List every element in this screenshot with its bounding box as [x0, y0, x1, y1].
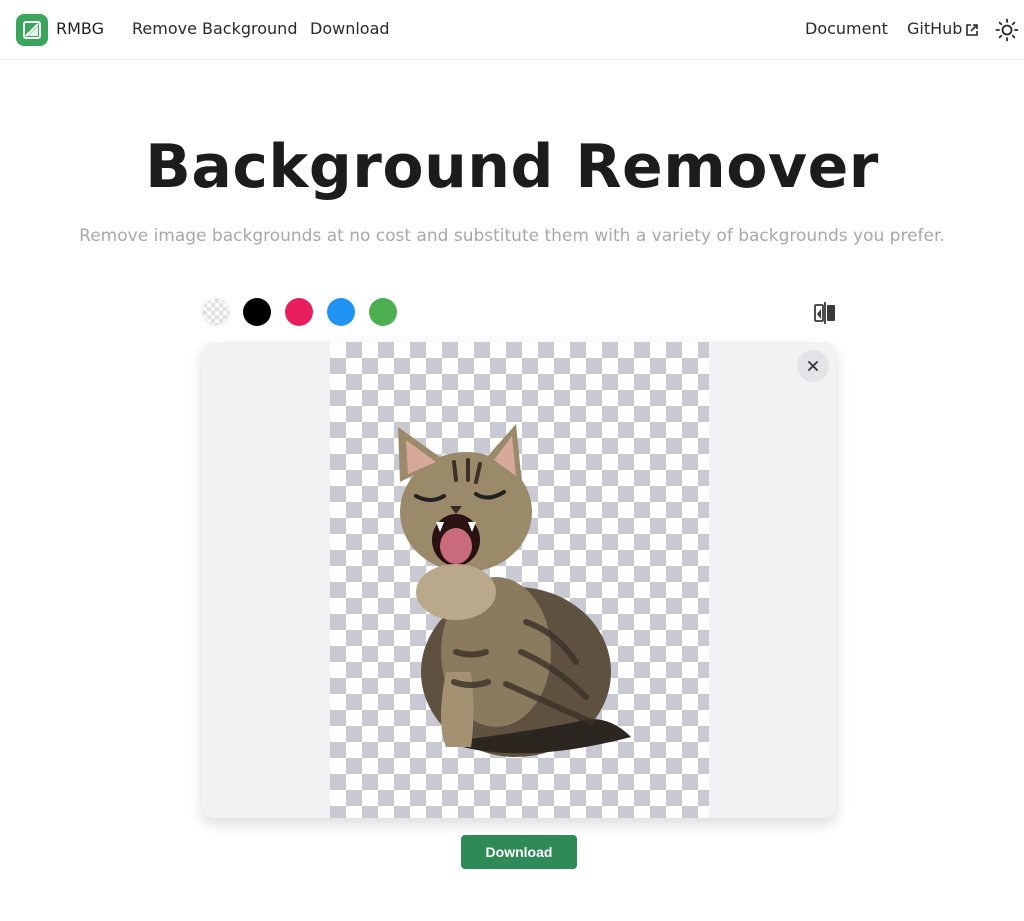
swatch-transparent[interactable] — [202, 298, 230, 326]
compare-icon[interactable] — [812, 300, 838, 326]
top-navbar: RMBG Remove Background Download Document… — [0, 0, 1024, 60]
external-link-icon — [965, 22, 979, 36]
nav-link-download[interactable]: Download — [310, 19, 390, 38]
nav-link-remove-background[interactable]: Remove Background — [132, 19, 297, 38]
image-preview-card — [202, 342, 836, 818]
download-button[interactable]: Download — [461, 835, 577, 869]
close-icon — [807, 357, 819, 376]
nav-link-document[interactable]: Document — [805, 19, 888, 38]
kitten-image — [398, 424, 631, 757]
swatch-pink[interactable] — [285, 298, 313, 326]
brand-name[interactable]: RMBG — [56, 19, 104, 38]
swatch-blue[interactable] — [327, 298, 355, 326]
close-button[interactable] — [797, 350, 829, 382]
sun-icon[interactable] — [995, 18, 1019, 42]
page-subtitle: Remove image backgrounds at no cost and … — [79, 226, 945, 246]
page-title: Background Remover — [145, 132, 879, 202]
swatch-black[interactable] — [243, 298, 271, 326]
nav-link-github[interactable]: GitHub — [907, 19, 962, 38]
logo-icon[interactable] — [16, 14, 48, 46]
swatch-green[interactable] — [369, 298, 397, 326]
